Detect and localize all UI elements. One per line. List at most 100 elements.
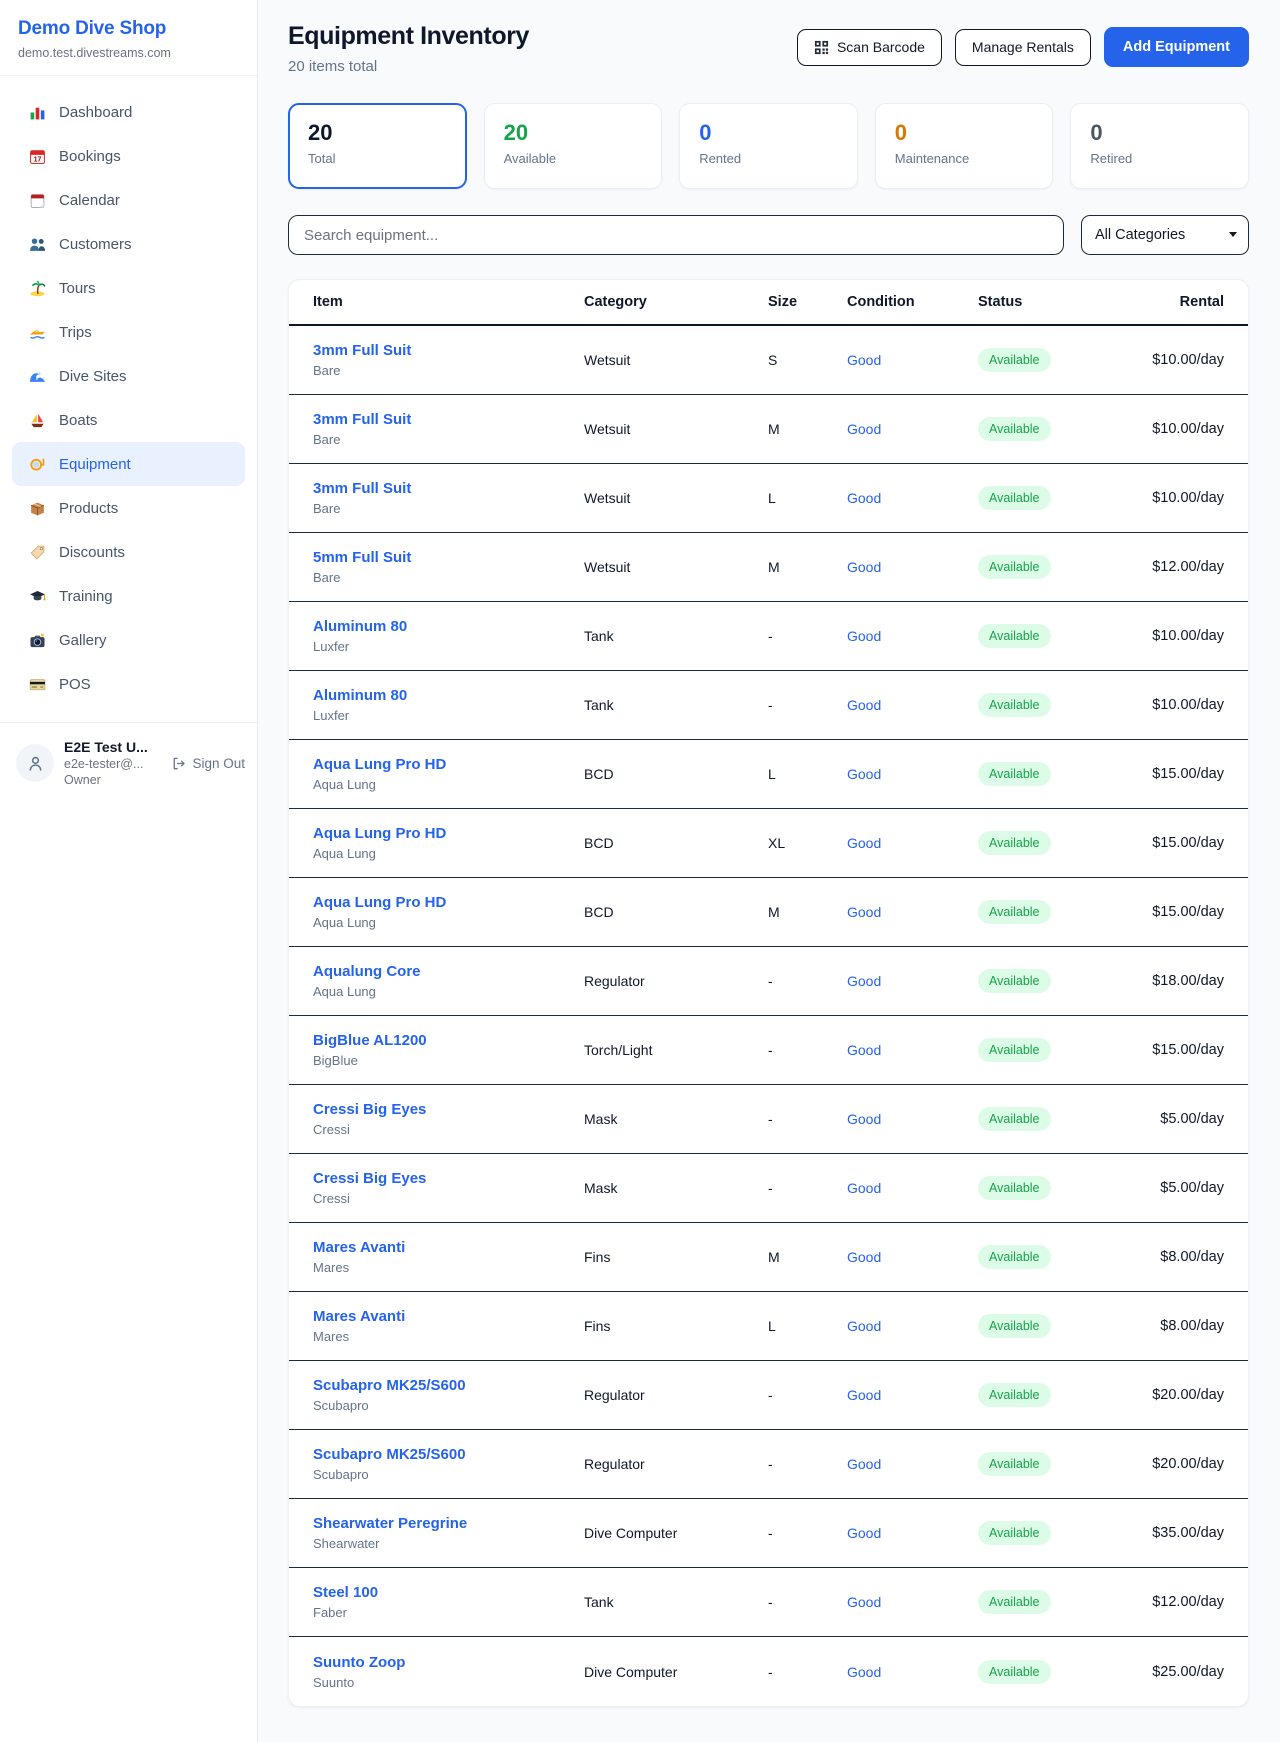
condition-link[interactable]: Good: [847, 1042, 881, 1058]
sign-out-icon: [171, 756, 186, 771]
sidebar-item-boats[interactable]: Boats: [12, 398, 245, 442]
sidebar-item-equipment[interactable]: Equipment: [12, 442, 245, 486]
item-name-link[interactable]: Aqualung Core: [313, 963, 584, 980]
table-row: Suunto Zoop Suunto Dive Computer - Good …: [289, 1637, 1248, 1706]
rental-price: $15.00/day: [1125, 1042, 1224, 1058]
stat-value: 0: [699, 120, 838, 146]
item-cell: Cressi Big Eyes Cressi: [313, 1170, 584, 1206]
stat-card-retired[interactable]: 0 Retired: [1070, 103, 1249, 189]
scan-barcode-button[interactable]: Scan Barcode: [797, 29, 942, 66]
condition-link[interactable]: Good: [847, 490, 881, 506]
sign-out-button[interactable]: Sign Out: [171, 756, 245, 771]
condition-link[interactable]: Good: [847, 766, 881, 782]
table-row: Aluminum 80 Luxfer Tank - Good Available…: [289, 602, 1248, 671]
status-badge: Available: [978, 1314, 1051, 1338]
condition-link[interactable]: Good: [847, 1525, 881, 1541]
item-cell: Aqua Lung Pro HD Aqua Lung: [313, 825, 584, 861]
status-badge: Available: [978, 1038, 1051, 1062]
category-cell: Mask: [584, 1111, 768, 1127]
item-name-link[interactable]: Mares Avanti: [313, 1308, 584, 1325]
condition-link[interactable]: Good: [847, 1664, 881, 1680]
item-name-link[interactable]: Mares Avanti: [313, 1239, 584, 1256]
status-badge: Available: [978, 486, 1051, 510]
status-badge: Available: [978, 693, 1051, 717]
item-name-link[interactable]: Aqua Lung Pro HD: [313, 756, 584, 773]
item-name-link[interactable]: 5mm Full Suit: [313, 549, 584, 566]
item-name-link[interactable]: Cressi Big Eyes: [313, 1101, 584, 1118]
sidebar-item-trips[interactable]: Trips: [12, 310, 245, 354]
size-cell: -: [768, 1042, 847, 1058]
stat-card-total[interactable]: 20 Total: [288, 103, 467, 189]
status-cell: Available: [978, 1452, 1125, 1476]
item-name-link[interactable]: 3mm Full Suit: [313, 342, 584, 359]
status-badge: Available: [978, 1452, 1051, 1476]
brand-name[interactable]: Demo Dive Shop: [18, 18, 239, 40]
condition-link[interactable]: Good: [847, 835, 881, 851]
status-cell: Available: [978, 417, 1125, 441]
category-select[interactable]: All Categories: [1081, 215, 1249, 255]
sidebar-item-pos[interactable]: POS: [12, 662, 245, 706]
condition-cell: Good: [847, 559, 978, 575]
item-name-link[interactable]: Steel 100: [313, 1584, 584, 1601]
condition-link[interactable]: Good: [847, 1249, 881, 1265]
condition-link[interactable]: Good: [847, 973, 881, 989]
sidebar-item-dashboard[interactable]: Dashboard: [12, 90, 245, 134]
condition-link[interactable]: Good: [847, 1387, 881, 1403]
stat-card-rented[interactable]: 0 Rented: [679, 103, 858, 189]
condition-cell: Good: [847, 628, 978, 644]
condition-link[interactable]: Good: [847, 1318, 881, 1334]
sidebar-item-bookings[interactable]: 17 Bookings: [12, 134, 245, 178]
item-name-link[interactable]: Suunto Zoop: [313, 1654, 584, 1671]
item-name-link[interactable]: Aluminum 80: [313, 618, 584, 635]
sidebar-item-training[interactable]: Training: [12, 574, 245, 618]
item-name-link[interactable]: Scubapro MK25/S600: [313, 1377, 584, 1394]
rental-price: $18.00/day: [1125, 973, 1224, 989]
status-cell: Available: [978, 555, 1125, 579]
rental-price: $10.00/day: [1125, 352, 1224, 368]
sidebar-item-tours[interactable]: Tours: [12, 266, 245, 310]
sidebar-item-calendar[interactable]: Calendar: [12, 178, 245, 222]
size-cell: -: [768, 628, 847, 644]
equipment-table: Item Category Size Condition Status Rent…: [288, 279, 1249, 1707]
sidebar-item-label: Tours: [59, 280, 96, 297]
condition-link[interactable]: Good: [847, 1456, 881, 1472]
item-name-link[interactable]: BigBlue AL1200: [313, 1032, 584, 1049]
add-equipment-label: Add Equipment: [1123, 39, 1230, 55]
table-row: Scubapro MK25/S600 Scubapro Regulator - …: [289, 1361, 1248, 1430]
stat-card-available[interactable]: 20 Available: [484, 103, 663, 189]
condition-link[interactable]: Good: [847, 421, 881, 437]
condition-link[interactable]: Good: [847, 559, 881, 575]
sidebar-item-gallery[interactable]: Gallery: [12, 618, 245, 662]
manage-rentals-button[interactable]: Manage Rentals: [955, 29, 1091, 66]
item-name-link[interactable]: 3mm Full Suit: [313, 411, 584, 428]
stat-label: Maintenance: [895, 151, 1034, 166]
column-header-condition: Condition: [847, 294, 978, 310]
condition-cell: Good: [847, 1387, 978, 1403]
item-name-link[interactable]: Aqua Lung Pro HD: [313, 894, 584, 911]
sidebar-item-label: Boats: [59, 412, 97, 429]
item-name-link[interactable]: Aluminum 80: [313, 687, 584, 704]
item-name-link[interactable]: Cressi Big Eyes: [313, 1170, 584, 1187]
sidebar-item-discounts[interactable]: Discounts: [12, 530, 245, 574]
item-name-link[interactable]: Shearwater Peregrine: [313, 1515, 584, 1532]
condition-link[interactable]: Good: [847, 352, 881, 368]
item-brand: BigBlue: [313, 1053, 584, 1068]
condition-link[interactable]: Good: [847, 628, 881, 644]
condition-link[interactable]: Good: [847, 1111, 881, 1127]
condition-link[interactable]: Good: [847, 697, 881, 713]
condition-link[interactable]: Good: [847, 1180, 881, 1196]
item-cell: Aqua Lung Pro HD Aqua Lung: [313, 756, 584, 792]
condition-link[interactable]: Good: [847, 1594, 881, 1610]
item-cell: Cressi Big Eyes Cressi: [313, 1101, 584, 1137]
item-name-link[interactable]: Aqua Lung Pro HD: [313, 825, 584, 842]
sidebar-item-products[interactable]: Products: [12, 486, 245, 530]
condition-link[interactable]: Good: [847, 904, 881, 920]
sidebar-item-dive-sites[interactable]: Dive Sites: [12, 354, 245, 398]
search-input[interactable]: [288, 215, 1064, 255]
item-name-link[interactable]: 3mm Full Suit: [313, 480, 584, 497]
sidebar-item-customers[interactable]: Customers: [12, 222, 245, 266]
item-name-link[interactable]: Scubapro MK25/S600: [313, 1446, 584, 1463]
add-equipment-button[interactable]: Add Equipment: [1104, 27, 1249, 67]
stat-card-maintenance[interactable]: 0 Maintenance: [875, 103, 1054, 189]
user-name: E2E Test U...: [64, 739, 161, 755]
